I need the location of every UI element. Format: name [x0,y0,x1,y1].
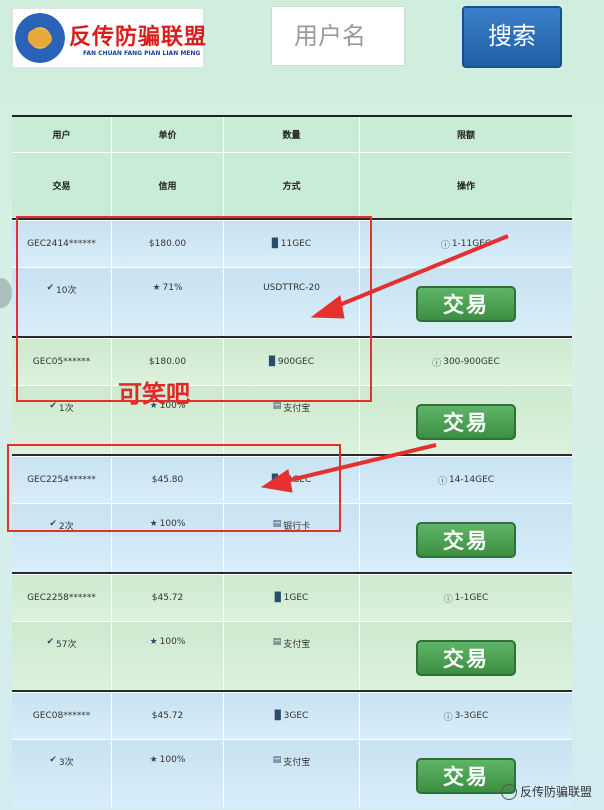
limit: ⓘ 300-900GEC [360,339,572,385]
header-quantity: 数量 [224,117,360,152]
check-circle-icon: ✔ [46,637,55,647]
credit-value: 100% [159,755,186,765]
trade-count-value: 57次 [56,640,77,650]
username-search-input[interactable]: 用户名 [271,6,405,66]
trade-button[interactable]: 交易 [416,522,516,558]
quantity: ▉ 3GEC [224,693,360,739]
header-limit: 限额 [456,131,475,141]
site-logo[interactable]: 反传防骗联盟 FAN CHUAN FANG PIAN LIAN MENG [12,8,208,68]
header-method: 方式 [224,153,360,218]
payment-method-value: 支付宝 [283,640,311,650]
logo-seal-icon [15,13,65,63]
annotation-box [16,216,372,402]
credit: ★ 100% [112,740,224,808]
limit-value: 3-3GEC [454,711,489,721]
payment-method-value: 支付宝 [283,758,311,768]
logo-subtitle: FAN CHUAN FANG PIAN LIAN MENG [83,50,201,57]
payment-method: ▤ 支付宝 [224,740,360,808]
unit-price: $45.72 [112,575,224,621]
offer-group: GEC08****** $45.72 ▉ 3GEC ⓘ 3-3GEC ✔ 3次 ★ 100% ▤ 支付… [12,690,572,808]
drawer-handle[interactable] [0,278,12,308]
trade-count: ✔ 57次 [12,622,112,690]
table-row: GEC2258****** $45.72 ▉ 1GEC ⓘ 1-1GEC [12,574,572,621]
limit-value: 300-900GEC [443,357,500,367]
limit: ⓘ 3-3GEC [360,693,572,739]
action-cell: 交易 [360,504,572,572]
top-bar: 反传防骗联盟 FAN CHUAN FANG PIAN LIAN MENG 用户名… [0,0,604,115]
bar-chart-icon: ▉ [274,711,282,721]
card-icon: ▤ [272,401,282,411]
header-action: 操作 [456,182,475,192]
quantity: ▉ 1GEC [224,575,360,621]
header-user: 用户 [12,117,112,152]
star-icon: ★ [149,637,158,647]
table-row: GEC08****** $45.72 ▉ 3GEC ⓘ 3-3GEC [12,692,572,739]
watermark: 反传防骗联盟 [500,783,592,800]
bar-chart-icon: ▉ [274,593,282,603]
quantity-value: 1GEC [283,593,309,603]
unit-price: $45.72 [112,693,224,739]
annotation-text: 可笑吧 [118,380,190,408]
limit-value: 1-1GEC [454,593,489,603]
info-icon: ⓘ [432,358,442,369]
card-icon: ▤ [272,755,282,765]
trade-button[interactable]: 交易 [416,640,516,676]
info-icon: ⓘ [440,240,450,251]
check-circle-icon: ✔ [49,755,57,765]
limit: ⓘ 1-11GEC [360,221,572,267]
limit: ⓘ 1-1GEC [360,575,572,621]
header-credit: 信用 [112,153,224,218]
limit-value: 14-14GEC [448,475,495,485]
header-trades: 交易 [12,153,112,218]
table-row: ✔ 57次 ★ 100% ▤ 支付宝 交易 [12,621,572,690]
credit-value: 100% [159,637,186,647]
search-button[interactable]: 搜索 [462,6,562,68]
card-icon: ▤ [272,637,282,647]
trade-count-value: 3次 [58,758,74,768]
limit-value: 1-11GEC [451,239,492,249]
trade-count-value: 1次 [58,404,74,414]
logo-title: 反传防骗联盟 [69,25,208,50]
action-cell: 交易 [360,622,572,690]
quantity-value: 3GEC [283,711,309,721]
trade-count: ✔ 3次 [12,740,112,808]
action-cell: 交易 [360,268,572,336]
annotation-box [7,444,341,532]
user-id: GEC08****** [12,693,112,739]
watermark-text: 反传防骗联盟 [519,784,592,799]
info-icon: ⓘ [443,712,453,723]
table-row: ✔ 3次 ★ 100% ▤ 支付宝 交易 [12,739,572,808]
credit: ★ 100% [112,622,224,690]
table-header-row: 用户 单价 数量 限额 [12,115,572,152]
offer-group: GEC2258****** $45.72 ▉ 1GEC ⓘ 1-1GEC ✔ 57次 ★ 100%… [12,572,572,690]
trade-button[interactable]: 交易 [416,404,516,440]
payment-method: ▤ 支付宝 [224,622,360,690]
action-cell: 交易 [360,386,572,454]
trade-button[interactable]: 交易 [416,286,516,322]
table-header-row: 交易 信用 方式 操作 [12,152,572,218]
check-circle-icon: ✔ [49,401,57,411]
payment-method-value: 支付宝 [283,404,311,414]
wechat-logo-icon [500,784,517,800]
star-icon: ★ [149,755,158,765]
limit: ⓘ 14-14GEC [360,457,572,503]
info-icon: ⓘ [437,476,447,487]
info-icon: ⓘ [443,594,453,605]
user-id: GEC2258****** [12,575,112,621]
header-price: 单价 [112,117,224,152]
